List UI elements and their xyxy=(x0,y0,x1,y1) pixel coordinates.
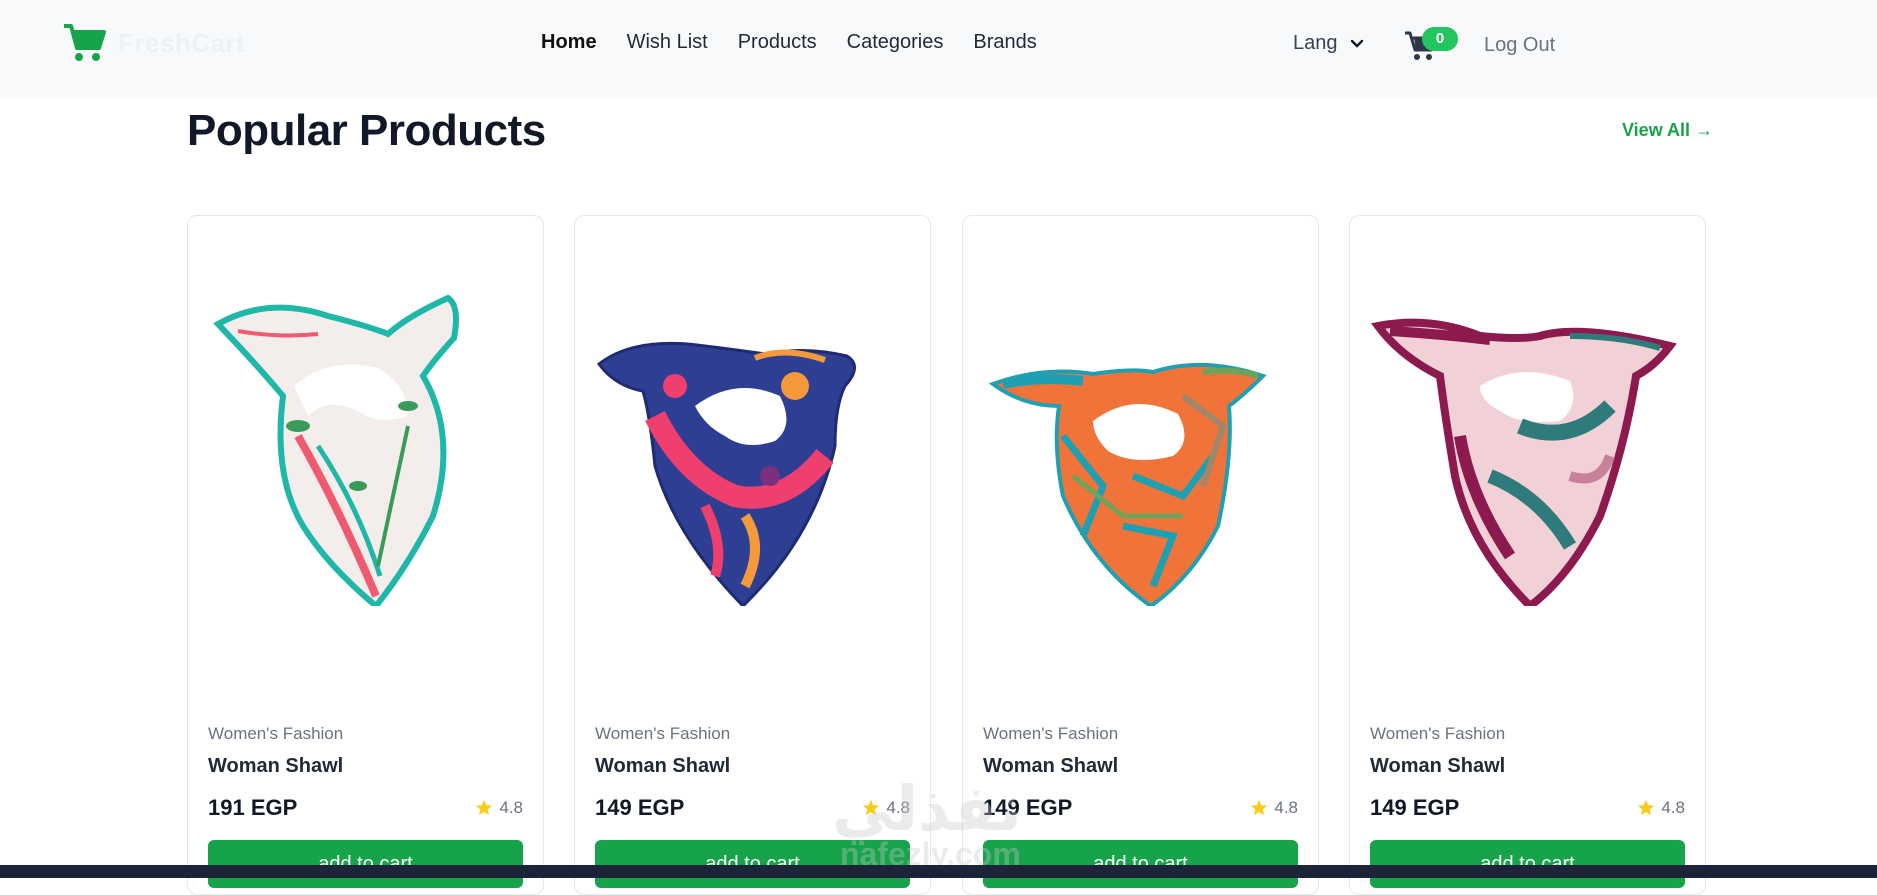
chevron-down-icon xyxy=(1350,39,1363,48)
star-icon xyxy=(1251,799,1268,816)
taskbar-strip xyxy=(0,865,1877,878)
add-to-cart-button[interactable]: add to cart xyxy=(1370,840,1685,888)
product-rating: 4.8 xyxy=(1637,798,1685,818)
view-all-link[interactable]: View All → xyxy=(1622,120,1713,141)
cart-button[interactable]: 0 xyxy=(1404,27,1458,66)
product-price: 149 EGP xyxy=(1370,795,1460,820)
navbar: FreshCart Home Wish List Products Catego… xyxy=(0,0,1877,98)
product-image[interactable] xyxy=(983,276,1300,606)
cart-count-badge: 0 xyxy=(1422,27,1458,51)
section-title: Popular Products xyxy=(187,106,546,155)
star-icon xyxy=(476,799,493,816)
brand-name: FreshCart xyxy=(118,27,246,58)
logout-link[interactable]: Log Out xyxy=(1484,34,1555,57)
star-icon xyxy=(1638,799,1655,816)
product-price: 191 EGP xyxy=(208,795,298,820)
product-price: 149 EGP xyxy=(595,795,685,820)
product-image[interactable] xyxy=(208,276,525,606)
product-image[interactable] xyxy=(1370,276,1687,606)
product-title[interactable]: Woman Shawl xyxy=(208,755,343,778)
rating-value: 4.8 xyxy=(499,798,523,817)
language-label: Lang xyxy=(1293,32,1338,54)
product-rating: 4.8 xyxy=(862,798,910,818)
main-nav: Home Wish List Products Categories Brand… xyxy=(541,28,1037,56)
product-rating: 4.8 xyxy=(475,798,523,818)
product-category: Women's Fashion xyxy=(983,724,1119,743)
rating-value: 4.8 xyxy=(1661,798,1685,817)
add-to-cart-button[interactable]: add to cart xyxy=(595,840,910,888)
cart-logo-icon xyxy=(64,24,106,61)
rating-value: 4.8 xyxy=(1274,798,1298,817)
product-title[interactable]: Woman Shawl xyxy=(983,755,1118,778)
add-to-cart-button[interactable]: add to cart xyxy=(208,840,523,888)
logo[interactable]: FreshCart xyxy=(62,22,245,64)
nav-categories[interactable]: Categories xyxy=(847,28,944,56)
product-image[interactable] xyxy=(595,276,912,606)
nav-wish-list[interactable]: Wish List xyxy=(627,28,708,56)
add-to-cart-button[interactable]: add to cart xyxy=(983,840,1298,888)
product-card[interactable]: Women's Fashion Woman Shawl 149 EGP 4.8 … xyxy=(962,215,1319,895)
product-card[interactable]: Women's Fashion Woman Shawl 149 EGP 4.8 … xyxy=(574,215,931,895)
product-card[interactable]: Women's Fashion Woman Shawl 149 EGP 4.8 … xyxy=(1349,215,1706,895)
nav-home[interactable]: Home xyxy=(541,28,597,56)
product-card[interactable]: Women's Fashion Woman Shawl 191 EGP 4.8 … xyxy=(187,215,544,895)
product-category: Women's Fashion xyxy=(595,724,731,743)
product-category: Women's Fashion xyxy=(208,724,344,743)
product-title[interactable]: Woman Shawl xyxy=(1370,755,1505,778)
star-icon xyxy=(863,799,880,816)
product-title[interactable]: Woman Shawl xyxy=(595,755,730,778)
product-category: Women's Fashion xyxy=(1370,724,1506,743)
product-price: 149 EGP xyxy=(983,795,1073,820)
rating-value: 4.8 xyxy=(886,798,910,817)
nav-brands[interactable]: Brands xyxy=(973,28,1036,56)
product-rating: 4.8 xyxy=(1250,798,1298,818)
nav-products[interactable]: Products xyxy=(738,28,817,56)
language-dropdown[interactable]: Lang xyxy=(1293,32,1364,55)
